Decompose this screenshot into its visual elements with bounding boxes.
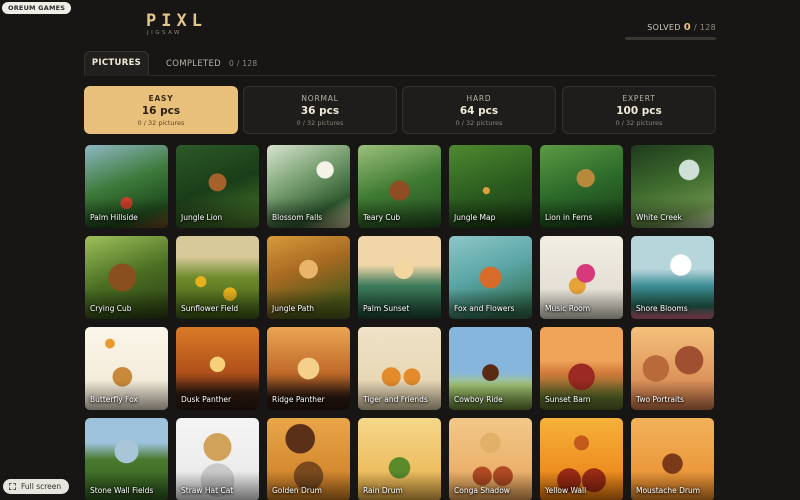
- picture-card[interactable]: Sunflower Field: [176, 236, 259, 319]
- solved-progress-bar: [625, 37, 716, 40]
- level-pieces: 100 pcs: [616, 104, 662, 117]
- picture-title: Butterfly Fox: [90, 395, 138, 404]
- level-pieces: 16 pcs: [141, 104, 181, 117]
- picture-card[interactable]: Jungle Path: [267, 236, 350, 319]
- tab-completed-label: COMPLETED: [166, 58, 221, 69]
- picture-title: Lion in Ferns: [545, 213, 593, 222]
- picture-title: Straw Hat Cat: [181, 486, 234, 495]
- picture-title: Fox and Flowers: [454, 304, 515, 313]
- picture-title: Tiger and Friends: [363, 395, 428, 404]
- picture-title: Blossom Falls: [272, 213, 323, 222]
- level-name: EXPERT: [622, 93, 656, 103]
- picture-card[interactable]: Lion in Ferns: [540, 145, 623, 228]
- picture-card[interactable]: Palm Hillside: [85, 145, 168, 228]
- level-easy[interactable]: EASY 16 pcs 0 / 32 pictures: [84, 86, 238, 134]
- picture-card[interactable]: Cowboy Ride: [449, 327, 532, 410]
- picture-title: Rain Drum: [363, 486, 403, 495]
- picture-title: Golden Drum: [272, 486, 322, 495]
- level-progress: 0 / 32 pictures: [296, 118, 344, 127]
- picture-card[interactable]: Palm Sunset: [358, 236, 441, 319]
- solved-count: 0: [683, 22, 691, 33]
- picture-title: Two Portraits: [636, 395, 684, 404]
- difficulty-levels: EASY 16 pcs 0 / 32 pictures NORMAL 36 pc…: [84, 86, 716, 134]
- picture-card[interactable]: Teary Cub: [358, 145, 441, 228]
- picture-card[interactable]: Yellow Wall: [540, 418, 623, 500]
- picture-card[interactable]: Blossom Falls: [267, 145, 350, 228]
- solved-total: / 128: [693, 23, 716, 32]
- picture-title: Moustache Drum: [636, 486, 701, 495]
- tab-pictures[interactable]: PICTURES: [84, 51, 149, 76]
- picture-card[interactable]: White Creek: [631, 145, 714, 228]
- fullscreen-label: Full screen: [21, 482, 62, 491]
- picture-card[interactable]: Jungle Map: [449, 145, 532, 228]
- picture-card[interactable]: Fox and Flowers: [449, 236, 532, 319]
- fullscreen-icon: [9, 483, 16, 490]
- picture-card[interactable]: Straw Hat Cat: [176, 418, 259, 500]
- picture-title: White Creek: [636, 213, 682, 222]
- level-name: HARD: [466, 93, 492, 103]
- picture-title: Conga Shadow: [454, 486, 510, 495]
- picture-title: Palm Sunset: [363, 304, 410, 313]
- picture-card[interactable]: Rain Drum: [358, 418, 441, 500]
- level-progress: 0 / 32 pictures: [137, 118, 185, 127]
- picture-card[interactable]: Tiger and Friends: [358, 327, 441, 410]
- picture-card[interactable]: Music Room: [540, 236, 623, 319]
- level-pieces: 36 pcs: [300, 104, 340, 117]
- level-hard[interactable]: HARD 64 pcs 0 / 32 pictures: [402, 86, 556, 134]
- fullscreen-button[interactable]: Full screen: [3, 479, 70, 494]
- tab-completed-count: 0 / 128: [229, 59, 258, 68]
- picture-title: Sunset Barn: [545, 395, 591, 404]
- tab-bar: PICTURES COMPLETED 0 / 128: [84, 51, 716, 76]
- solved-label: SOLVED: [647, 23, 681, 32]
- picture-title: Ridge Panther: [272, 395, 325, 404]
- picture-title: Jungle Map: [454, 213, 496, 222]
- level-progress: 0 / 32 pictures: [455, 118, 503, 127]
- picture-card[interactable]: Golden Drum: [267, 418, 350, 500]
- tab-completed[interactable]: COMPLETED 0 / 128: [166, 51, 257, 76]
- picture-card[interactable]: Crying Cub: [85, 236, 168, 319]
- picture-card[interactable]: Moustache Drum: [631, 418, 714, 500]
- picture-title: Palm Hillside: [90, 213, 138, 222]
- solved-counter: SOLVED 0 / 128: [647, 22, 716, 33]
- level-name: EASY: [148, 93, 174, 103]
- picture-title: Crying Cub: [90, 304, 132, 313]
- level-normal[interactable]: NORMAL 36 pcs 0 / 32 pictures: [243, 86, 397, 134]
- picture-title: Shore Blooms: [636, 304, 688, 313]
- picture-title: Cowboy Ride: [454, 395, 503, 404]
- level-expert[interactable]: EXPERT 100 pcs 0 / 32 pictures: [562, 86, 716, 134]
- picture-card[interactable]: Ridge Panther: [267, 327, 350, 410]
- picture-title: Jungle Lion: [181, 213, 223, 222]
- level-name: NORMAL: [301, 93, 339, 103]
- picture-card[interactable]: Shore Blooms: [631, 236, 714, 319]
- level-progress: 0 / 32 pictures: [615, 118, 663, 127]
- picture-card[interactable]: Two Portraits: [631, 327, 714, 410]
- picture-card[interactable]: Dusk Panther: [176, 327, 259, 410]
- picture-card[interactable]: Conga Shadow: [449, 418, 532, 500]
- picture-card[interactable]: Sunset Barn: [540, 327, 623, 410]
- brand-badge[interactable]: OREUM GAMES: [2, 2, 72, 14]
- picture-title: Music Room: [545, 304, 591, 313]
- picture-card[interactable]: Jungle Lion: [176, 145, 259, 228]
- logo: PIXL JIGSAW: [146, 12, 207, 36]
- picture-title: Jungle Path: [272, 304, 315, 313]
- logo-title: PIXL: [146, 11, 207, 31]
- picture-card[interactable]: Butterfly Fox: [85, 327, 168, 410]
- picture-title: Teary Cub: [363, 213, 401, 222]
- level-pieces: 64 pcs: [459, 104, 499, 117]
- picture-title: Yellow Wall: [545, 486, 587, 495]
- picture-title: Dusk Panther: [181, 395, 232, 404]
- picture-title: Sunflower Field: [181, 304, 239, 313]
- picture-title: Stone Wall Fields: [90, 486, 154, 495]
- picture-card[interactable]: Stone Wall Fields: [85, 418, 168, 500]
